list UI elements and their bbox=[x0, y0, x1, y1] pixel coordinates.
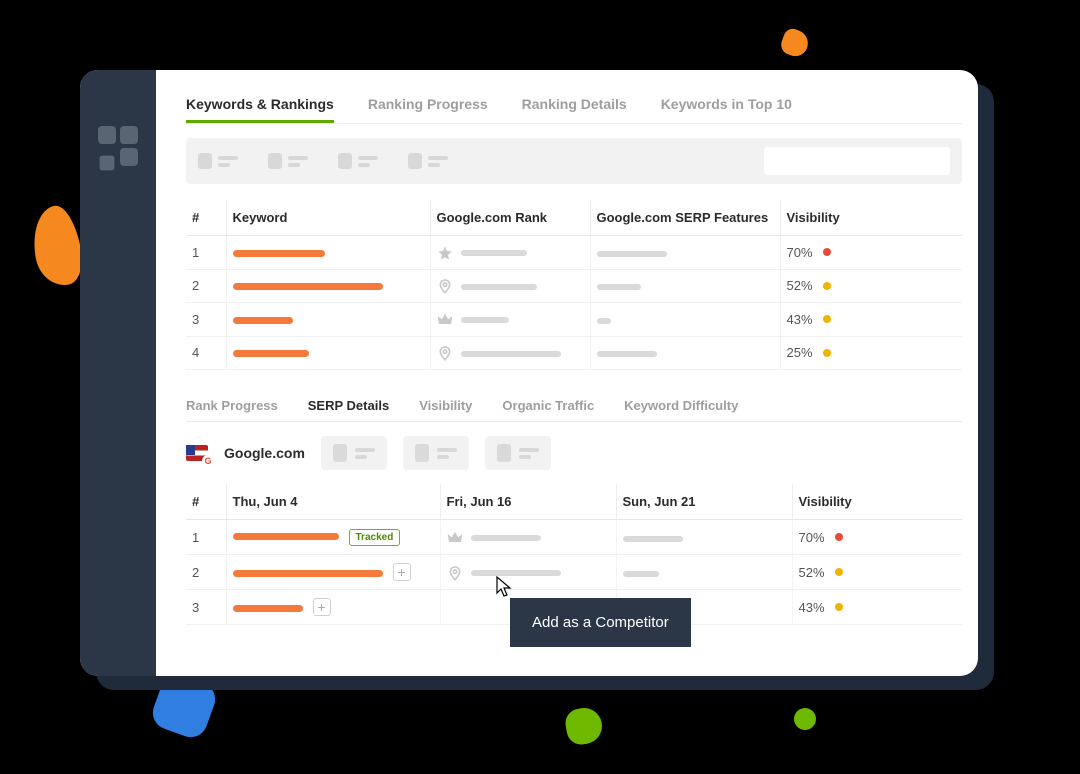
sidebar bbox=[80, 70, 156, 676]
search-engine-row: G Google.com bbox=[186, 422, 962, 480]
metric-chip[interactable] bbox=[485, 436, 551, 470]
status-dot bbox=[823, 282, 831, 290]
rank-cell bbox=[430, 269, 590, 303]
visibility-cell: 52% bbox=[780, 269, 962, 303]
row-number: 1 bbox=[186, 236, 226, 270]
crown-icon bbox=[447, 530, 463, 546]
date3-cell bbox=[616, 520, 792, 555]
visibility-cell: 52% bbox=[792, 555, 962, 590]
tab-keywords-top10[interactable]: Keywords in Top 10 bbox=[661, 96, 792, 123]
status-dot bbox=[823, 349, 831, 357]
row-number: 2 bbox=[186, 269, 226, 303]
table-row[interactable]: 4 25% bbox=[186, 336, 962, 370]
decor-blob bbox=[778, 26, 811, 59]
tooltip-add-competitor: Add as a Competitor bbox=[510, 598, 691, 647]
decor-blob bbox=[794, 708, 816, 730]
search-engine-label[interactable]: Google.com bbox=[224, 445, 305, 461]
metric-chip[interactable] bbox=[321, 436, 387, 470]
filter-search[interactable] bbox=[764, 147, 950, 175]
table-row[interactable]: 1 Tracked 70% bbox=[186, 520, 962, 555]
content: Keywords & Rankings Ranking Progress Ran… bbox=[156, 70, 978, 676]
tab-rank-progress[interactable]: Rank Progress bbox=[186, 398, 278, 421]
row-number: 4 bbox=[186, 336, 226, 370]
serp-cell bbox=[590, 236, 780, 270]
decor-blob bbox=[27, 203, 86, 290]
col-date3[interactable]: Sun, Jun 21 bbox=[616, 484, 792, 520]
col-num: # bbox=[186, 484, 226, 520]
date1-cell: + bbox=[226, 555, 440, 590]
tab-keywords-rankings[interactable]: Keywords & Rankings bbox=[186, 96, 334, 123]
date3-cell bbox=[616, 555, 792, 590]
serp-cell bbox=[590, 269, 780, 303]
col-date2[interactable]: Fri, Jun 16 bbox=[440, 484, 616, 520]
apps-icon[interactable] bbox=[98, 126, 138, 166]
row-number: 3 bbox=[186, 590, 226, 625]
serp-cell bbox=[590, 303, 780, 337]
row-number: 2 bbox=[186, 555, 226, 590]
app-card: Keywords & Rankings Ranking Progress Ran… bbox=[80, 70, 978, 676]
table-row[interactable]: 1 70% bbox=[186, 236, 962, 270]
col-keyword[interactable]: Keyword bbox=[226, 200, 430, 236]
table-row[interactable]: 2 +52% bbox=[186, 555, 962, 590]
star-icon bbox=[437, 245, 453, 261]
flag-us-google-icon: G bbox=[186, 445, 208, 461]
filter-bar bbox=[186, 138, 962, 184]
add-competitor-button[interactable]: + bbox=[313, 598, 331, 616]
rank-cell bbox=[430, 236, 590, 270]
tab-organic-traffic[interactable]: Organic Traffic bbox=[502, 398, 594, 421]
date1-cell: + bbox=[226, 590, 440, 625]
tracked-badge: Tracked bbox=[349, 529, 401, 546]
row-number: 3 bbox=[186, 303, 226, 337]
crown-icon bbox=[437, 312, 453, 328]
pin-icon bbox=[447, 565, 463, 581]
tabs-top: Keywords & Rankings Ranking Progress Ran… bbox=[186, 96, 962, 124]
status-dot bbox=[823, 248, 831, 256]
filter-chip[interactable] bbox=[198, 153, 238, 169]
rank-cell bbox=[430, 303, 590, 337]
tab-ranking-progress[interactable]: Ranking Progress bbox=[368, 96, 488, 123]
status-dot bbox=[835, 568, 843, 576]
tab-serp-details[interactable]: SERP Details bbox=[308, 398, 389, 421]
col-visibility[interactable]: Visibility bbox=[792, 484, 962, 520]
date1-cell: Tracked bbox=[226, 520, 440, 555]
visibility-cell: 43% bbox=[792, 590, 962, 625]
visibility-cell: 70% bbox=[780, 236, 962, 270]
table-row[interactable]: 2 52% bbox=[186, 269, 962, 303]
col-serp[interactable]: Google.com SERP Features bbox=[590, 200, 780, 236]
metric-chip[interactable] bbox=[403, 436, 469, 470]
status-dot bbox=[823, 315, 831, 323]
col-visibility[interactable]: Visibility bbox=[780, 200, 962, 236]
col-date1[interactable]: Thu, Jun 4 bbox=[226, 484, 440, 520]
rank-cell bbox=[430, 336, 590, 370]
filter-chip[interactable] bbox=[268, 153, 308, 169]
keyword-cell bbox=[226, 236, 430, 270]
col-rank[interactable]: Google.com Rank bbox=[430, 200, 590, 236]
add-competitor-button[interactable]: + bbox=[393, 563, 411, 581]
pin-icon bbox=[437, 345, 453, 361]
row-number: 1 bbox=[186, 520, 226, 555]
visibility-cell: 43% bbox=[780, 303, 962, 337]
tabs-sub: Rank Progress SERP Details Visibility Or… bbox=[186, 398, 962, 422]
date2-cell bbox=[440, 555, 616, 590]
keyword-cell bbox=[226, 269, 430, 303]
decor-blob bbox=[563, 705, 605, 747]
tab-visibility[interactable]: Visibility bbox=[419, 398, 472, 421]
tab-ranking-details[interactable]: Ranking Details bbox=[522, 96, 627, 123]
table-row[interactable]: 3 43% bbox=[186, 303, 962, 337]
filter-chip[interactable] bbox=[408, 153, 448, 169]
keyword-cell bbox=[226, 336, 430, 370]
pin-icon bbox=[437, 278, 453, 294]
filter-chip[interactable] bbox=[338, 153, 378, 169]
status-dot bbox=[835, 603, 843, 611]
visibility-cell: 70% bbox=[792, 520, 962, 555]
status-dot bbox=[835, 533, 843, 541]
keyword-cell bbox=[226, 303, 430, 337]
date2-cell bbox=[440, 520, 616, 555]
serp-cell bbox=[590, 336, 780, 370]
col-num: # bbox=[186, 200, 226, 236]
keywords-table: # Keyword Google.com Rank Google.com SER… bbox=[186, 200, 962, 370]
visibility-cell: 25% bbox=[780, 336, 962, 370]
tab-keyword-difficulty[interactable]: Keyword Difficulty bbox=[624, 398, 738, 421]
